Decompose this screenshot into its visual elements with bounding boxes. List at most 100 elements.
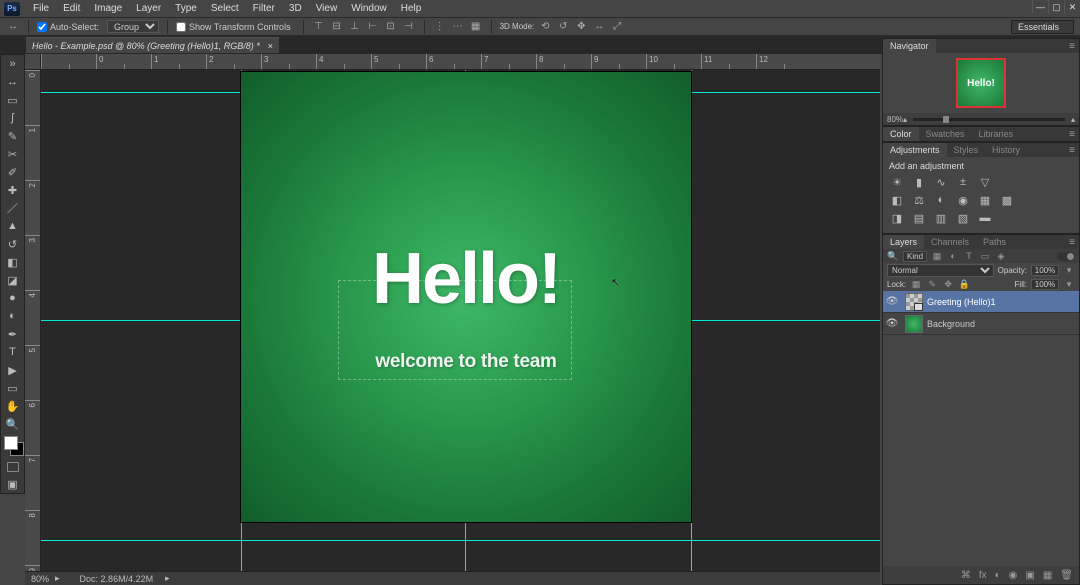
shape-tool[interactable]: ▭: [1, 379, 24, 397]
menu-view[interactable]: View: [309, 1, 345, 16]
guide-horizontal[interactable]: [41, 540, 880, 541]
color-swatch-tool[interactable]: [1, 433, 24, 459]
slide-3d-icon[interactable]: ↔: [592, 20, 606, 34]
menu-3d[interactable]: 3D: [282, 1, 309, 16]
healing-tool[interactable]: ✚: [1, 181, 24, 199]
tab-channels[interactable]: Channels: [924, 235, 976, 249]
align-left-icon[interactable]: ⊢: [366, 20, 380, 34]
new-layer-icon[interactable]: ▦: [1043, 570, 1052, 581]
invert-adj-icon[interactable]: ◨: [889, 211, 905, 225]
lock-pixels-icon[interactable]: ✎: [926, 278, 938, 290]
channel-mixer-adj-icon[interactable]: ▦: [977, 193, 993, 207]
tab-adjustments[interactable]: Adjustments: [883, 143, 947, 157]
selective-adj-icon[interactable]: ▧: [955, 211, 971, 225]
tab-layers[interactable]: Layers: [883, 235, 924, 249]
hue-adj-icon[interactable]: ◧: [889, 193, 905, 207]
eraser-tool[interactable]: ◧: [1, 253, 24, 271]
foreground-color-swatch[interactable]: [4, 436, 18, 450]
filter-type-icon[interactable]: T: [963, 250, 975, 262]
distribute-v-icon[interactable]: ⋯: [451, 20, 465, 34]
align-right-icon[interactable]: ⊣: [402, 20, 416, 34]
transform-bounding-box[interactable]: [338, 280, 572, 380]
status-zoom-flyout-icon[interactable]: ▸: [55, 573, 60, 584]
navigator-body[interactable]: Hello!: [883, 53, 1079, 113]
filter-pixel-icon[interactable]: ▦: [931, 250, 943, 262]
zoom-out-icon[interactable]: ▴: [903, 115, 907, 124]
quick-select-tool[interactable]: ✎: [1, 127, 24, 145]
photo-filter-adj-icon[interactable]: ◉: [955, 193, 971, 207]
filter-adjust-icon[interactable]: ◐: [947, 250, 959, 262]
eyedropper-tool[interactable]: ✐: [1, 163, 24, 181]
auto-select-checkbox[interactable]: Auto-Select:: [37, 22, 99, 32]
align-bottom-icon[interactable]: ⊥: [348, 20, 362, 34]
posterize-adj-icon[interactable]: ▤: [911, 211, 927, 225]
status-doc-info[interactable]: Doc: 2.86M/4.22M: [80, 574, 154, 584]
distribute-h-icon[interactable]: ⋮: [433, 20, 447, 34]
tab-styles[interactable]: Styles: [947, 143, 986, 157]
brightness-adj-icon[interactable]: ☀: [889, 175, 905, 189]
move-tool[interactable]: ↔: [1, 73, 24, 91]
lut-adj-icon[interactable]: ▩: [999, 193, 1015, 207]
layer-thumbnail[interactable]: [905, 315, 923, 333]
vertical-ruler[interactable]: 0123456789: [25, 70, 41, 571]
colorbal-adj-icon[interactable]: ⚖: [911, 193, 927, 207]
brush-tool[interactable]: ／: [1, 199, 24, 217]
hand-tool[interactable]: ✋: [1, 397, 24, 415]
workspace-select[interactable]: Essentials: [1011, 20, 1074, 34]
link-layers-icon[interactable]: ⌘: [961, 570, 971, 581]
levels-adj-icon[interactable]: ▮: [911, 175, 927, 189]
roll-3d-icon[interactable]: ↺: [556, 20, 570, 34]
crop-tool[interactable]: ✂: [1, 145, 24, 163]
filter-icon[interactable]: 🔍: [887, 250, 899, 262]
align-top-icon[interactable]: ⊤: [312, 20, 326, 34]
visibility-toggle-icon[interactable]: 👁: [883, 296, 901, 307]
lock-position-icon[interactable]: ✥: [942, 278, 954, 290]
fill-adj-icon[interactable]: ◉: [1009, 570, 1018, 581]
filter-smart-icon[interactable]: ◈: [995, 250, 1007, 262]
pan-3d-icon[interactable]: ✥: [574, 20, 588, 34]
lasso-tool[interactable]: ʃ: [1, 109, 24, 127]
lock-all-icon[interactable]: 🔒: [958, 278, 970, 290]
menu-edit[interactable]: Edit: [56, 1, 87, 16]
align-vcenter-icon[interactable]: ⊟: [330, 20, 344, 34]
panel-menu-icon[interactable]: ≡: [1065, 129, 1079, 140]
blur-tool[interactable]: ●: [1, 289, 24, 307]
stamp-tool[interactable]: ▲: [1, 217, 24, 235]
fill-value[interactable]: 100%: [1031, 279, 1059, 290]
tab-swatches[interactable]: Swatches: [919, 127, 972, 141]
doc-tab-close-icon[interactable]: ×: [268, 41, 273, 51]
filter-toggle[interactable]: [1057, 252, 1075, 261]
horizontal-ruler[interactable]: 0123456789101112: [41, 54, 880, 70]
panel-menu-icon[interactable]: ≡: [1065, 145, 1079, 156]
pen-tool[interactable]: ✒: [1, 325, 24, 343]
filter-shape-icon[interactable]: ▭: [979, 250, 991, 262]
menu-help[interactable]: Help: [394, 1, 429, 16]
filter-kind-select[interactable]: Kind: [903, 251, 927, 262]
ruler-origin[interactable]: [25, 54, 41, 70]
panel-menu-icon[interactable]: ≡: [1065, 41, 1079, 52]
menu-file[interactable]: File: [26, 1, 56, 16]
flyout-handle-icon[interactable]: »: [1, 55, 24, 73]
dodge-tool[interactable]: ◐: [1, 307, 24, 325]
doc-tab[interactable]: Hello - Example.psd @ 80% (Greeting (Hel…: [26, 37, 279, 53]
layer-mask-icon[interactable]: ◐: [995, 570, 1001, 581]
threshold-adj-icon[interactable]: ▥: [933, 211, 949, 225]
orbit-3d-icon[interactable]: ⟲: [538, 20, 552, 34]
fill-flyout-icon[interactable]: ▾: [1063, 278, 1075, 290]
menu-type[interactable]: Type: [168, 1, 204, 16]
tab-color[interactable]: Color: [883, 127, 919, 141]
menu-filter[interactable]: Filter: [246, 1, 282, 16]
zoom-tool[interactable]: 🔍: [1, 415, 24, 433]
quick-mask-button[interactable]: [1, 459, 24, 475]
curves-adj-icon[interactable]: ∿: [933, 175, 949, 189]
align-hcenter-icon[interactable]: ⊡: [384, 20, 398, 34]
screen-mode-button[interactable]: ▣: [1, 475, 24, 493]
lock-transparency-icon[interactable]: ▦: [910, 278, 922, 290]
blend-mode-select[interactable]: Normal: [887, 264, 994, 277]
viewport[interactable]: Hello! welcome to the team ↖: [41, 70, 880, 571]
navigator-thumbnail[interactable]: Hello!: [956, 58, 1006, 108]
menu-select[interactable]: Select: [204, 1, 246, 16]
close-button[interactable]: ✕: [1064, 0, 1080, 14]
layer-fx-icon[interactable]: fx: [979, 570, 987, 581]
delete-layer-icon[interactable]: 🗑: [1060, 570, 1073, 581]
